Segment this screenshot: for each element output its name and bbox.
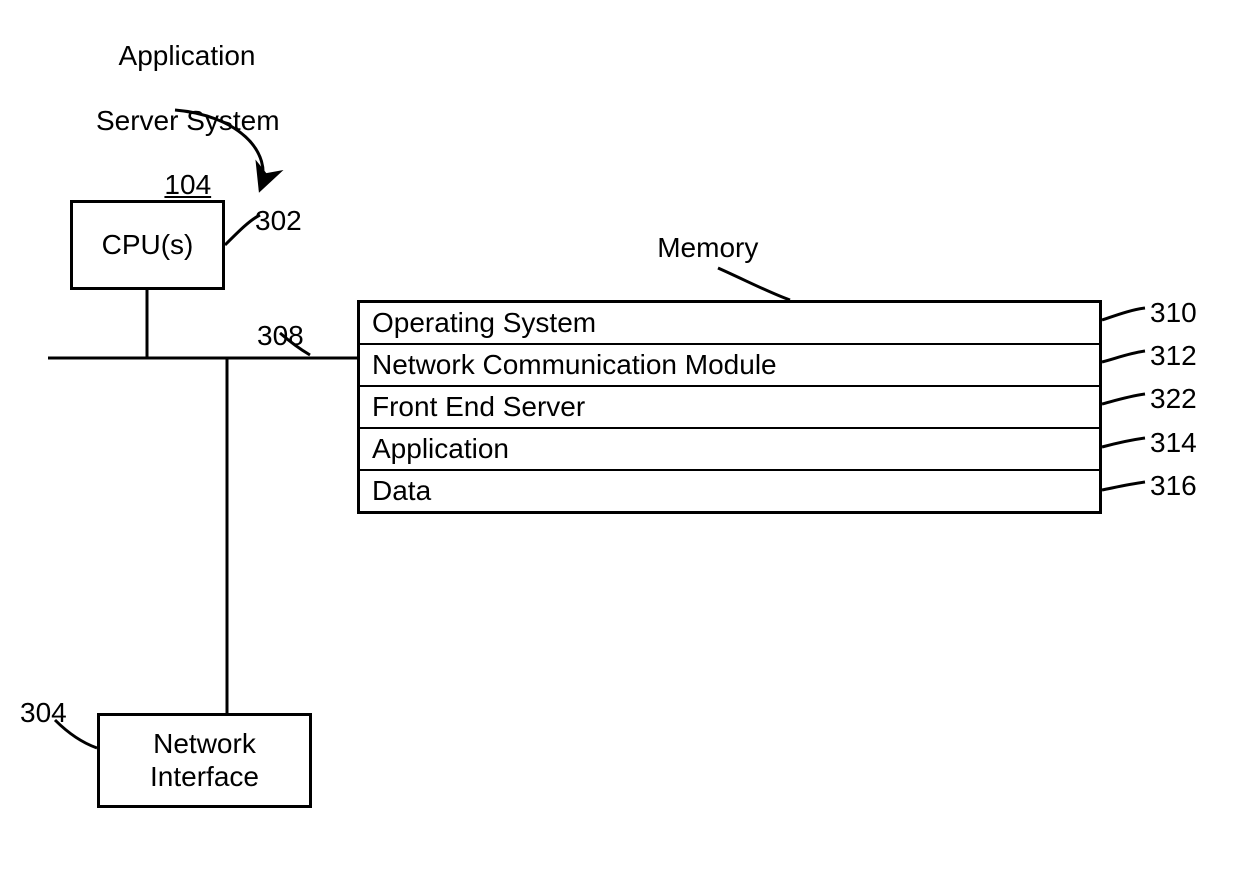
title-label: Application Server System 104: [70, 8, 290, 201]
network-interface-box: Network Interface: [97, 713, 312, 808]
bus-ref: 308: [257, 320, 304, 352]
row1-ref-leader: [1102, 351, 1145, 362]
memory-row-os: Operating System: [360, 303, 1099, 345]
memory-row-ref-0: 310: [1150, 297, 1197, 329]
memory-row-front-end: Front End Server: [360, 387, 1099, 429]
row2-ref-leader: [1102, 394, 1145, 404]
memory-table: Operating System Network Communication M…: [357, 300, 1102, 514]
memory-row-ref-4: 316: [1150, 470, 1197, 502]
cpu-ref: 302: [255, 205, 302, 237]
cpu-box: CPU(s): [70, 200, 225, 290]
memory-row-network-comm: Network Communication Module: [360, 345, 1099, 387]
row3-ref-leader: [1102, 438, 1145, 447]
memory-row-data: Data: [360, 471, 1099, 511]
row0-ref-leader: [1102, 308, 1145, 320]
memory-row-ref-1: 312: [1150, 340, 1197, 372]
memory-row-ref-2: 322: [1150, 383, 1197, 415]
row4-ref-leader: [1102, 482, 1145, 490]
memory-row-ref-3: 314: [1150, 427, 1197, 459]
memory-row-application: Application: [360, 429, 1099, 471]
network-interface-ref: 304: [20, 697, 67, 729]
